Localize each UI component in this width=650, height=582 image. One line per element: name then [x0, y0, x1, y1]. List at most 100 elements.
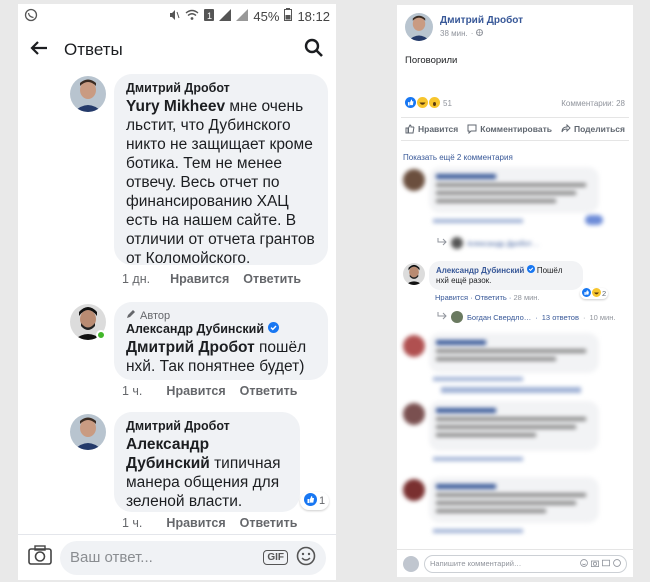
share-action[interactable]: Поделиться: [561, 124, 625, 134]
comment-actions: Нравится · Ответить · 28 мин.: [435, 293, 540, 302]
gif-button[interactable]: GIF: [263, 550, 288, 565]
comment-composer: Напишите комментарий…: [397, 549, 633, 577]
avatar: [451, 311, 463, 323]
gif-icon[interactable]: [602, 559, 610, 569]
comment-bubble[interactable]: Автор Александр Дубинский Дмитрий Дробот…: [114, 302, 328, 380]
sticker-icon[interactable]: [613, 558, 621, 569]
comment-actions: [433, 219, 523, 223]
mention-link[interactable]: Дмитрий Дробот: [126, 339, 255, 356]
post-header: Дмитрий Дробот 38 мин. ·: [405, 13, 523, 41]
avatar[interactable]: [403, 479, 425, 501]
avatar: [451, 237, 463, 249]
emoji-icon[interactable]: [296, 546, 316, 570]
reply-arrow-icon: [437, 238, 447, 248]
reply-thread-link[interactable]: [441, 387, 581, 393]
comment-bubble: [429, 333, 599, 373]
author-badge: Автор: [126, 309, 316, 322]
comment-action[interactable]: Комментировать: [467, 124, 552, 134]
like-button[interactable]: Нравится: [170, 272, 229, 286]
avatar[interactable]: [70, 76, 106, 112]
avatar[interactable]: [405, 13, 433, 41]
like-reaction-icon: [304, 493, 317, 509]
facebook-post: Дмитрий Дробот 38 мин. · Поговорили 51 Ко…: [397, 5, 633, 577]
pencil-icon: [126, 309, 136, 322]
avatar[interactable]: [403, 169, 425, 191]
comment-text: Yury Mikheev мне очень льстит, что Дубин…: [126, 98, 315, 267]
reaction-summary: [585, 215, 603, 225]
svg-text:1: 1: [207, 11, 212, 21]
signal-icon: [219, 8, 232, 24]
comment-time: 1 дн.: [122, 272, 151, 286]
like-reaction-icon: [405, 97, 416, 110]
battery-icon: [284, 8, 293, 24]
comment-time: 28 мин.: [513, 293, 540, 302]
comment-bubble[interactable]: Дмитрий Дробот Александр Дубинский типич…: [114, 412, 300, 512]
signal-icon-2: [236, 8, 249, 24]
app-bar: Ответы: [18, 28, 336, 72]
search-icon[interactable]: [304, 38, 324, 63]
reaction-summary[interactable]: 2: [580, 288, 609, 299]
comment-time: 1 ч.: [122, 384, 143, 398]
post-time[interactable]: 38 мин. ·: [440, 29, 523, 38]
reply-button[interactable]: Ответить: [240, 384, 298, 398]
like-button[interactable]: Нравится: [166, 384, 225, 398]
comment-bubble: [429, 477, 599, 523]
avatar[interactable]: [70, 414, 106, 450]
avatar: [403, 555, 419, 572]
reply-composer: Ваш ответ... GIF: [18, 534, 336, 580]
emoji-icon[interactable]: [580, 558, 588, 569]
status-bar: 1 45% 18:12: [18, 4, 336, 28]
reply-button[interactable]: Ответить: [240, 516, 298, 530]
reply-input[interactable]: Ваш ответ... GIF: [60, 540, 326, 575]
comment-input[interactable]: Напишите комментарий…: [424, 554, 627, 573]
battery-percent: 45%: [253, 8, 280, 24]
back-arrow-icon[interactable]: [30, 40, 48, 61]
camera-icon[interactable]: [28, 545, 52, 570]
avatar[interactable]: [403, 335, 425, 357]
comment-author[interactable]: Александр Дубинский: [126, 322, 316, 336]
reply-arrow-icon: [437, 312, 447, 322]
show-more-comments[interactable]: Показать ещё 2 комментария: [403, 153, 513, 162]
comment-actions: [433, 529, 523, 533]
post-text: Поговорили: [405, 55, 458, 66]
verified-badge-icon: [268, 322, 280, 336]
like-button[interactable]: Нравится: [435, 293, 468, 302]
reply-thread-link[interactable]: Александр Дробот…: [437, 237, 539, 249]
comment-actions: 1 ч. Нравится Ответить: [122, 384, 297, 398]
comment-author[interactable]: Дмитрий Дробот: [126, 419, 288, 433]
comment-actions: [433, 377, 523, 381]
avatar[interactable]: [403, 403, 425, 425]
reaction-summary[interactable]: 51: [405, 97, 452, 110]
thumbs-up-icon: [405, 124, 415, 134]
comment-bubble: [429, 167, 599, 213]
reply-button[interactable]: Ответить: [475, 293, 507, 302]
wow-reaction-icon: [429, 97, 440, 110]
comment-actions: 1 дн. Нравится Ответить: [122, 272, 301, 286]
mobile-app-window: 1 45% 18:12 Ответы Дмитрий Дробот Yury M…: [18, 4, 336, 580]
camera-icon[interactable]: [591, 559, 599, 569]
online-status-dot: [96, 330, 106, 340]
avatar[interactable]: [403, 263, 425, 285]
comment-author[interactable]: Александр Дубинский: [436, 266, 524, 275]
post-author[interactable]: Дмитрий Дробот: [440, 15, 523, 26]
sim-icon: 1: [204, 8, 215, 24]
post-actions: Нравится Комментировать Поделиться: [401, 117, 629, 141]
reaction-summary[interactable]: 1: [300, 492, 330, 510]
comment-bubble: [429, 401, 599, 451]
haha-reaction-icon: [592, 288, 601, 299]
like-button[interactable]: Нравится: [166, 516, 225, 530]
reply-button[interactable]: Ответить: [243, 272, 301, 286]
comment-actions: [433, 457, 523, 461]
mention-link[interactable]: Yury Mikheev: [126, 98, 225, 115]
comment-actions: 1 ч. Нравится Ответить: [122, 516, 297, 530]
comment-bubble[interactable]: Дмитрий Дробот Yury Mikheev мне очень ль…: [114, 74, 328, 267]
mention-link[interactable]: Александр Дубинский: [126, 436, 210, 472]
comment-author[interactable]: Дмитрий Дробот: [126, 81, 316, 95]
comment-icon: [467, 124, 477, 134]
globe-icon: [476, 29, 484, 38]
comments-count[interactable]: Комментарии: 28: [561, 99, 625, 108]
replies-thread-link[interactable]: Богдан Свердло… · 13 ответов · 10 мин.: [437, 311, 615, 323]
comment-text: Дмитрий Дробот пошёл нхй. Так понятнее б…: [126, 339, 307, 375]
like-action[interactable]: Нравится: [405, 124, 458, 134]
verified-badge-icon: [526, 265, 535, 275]
